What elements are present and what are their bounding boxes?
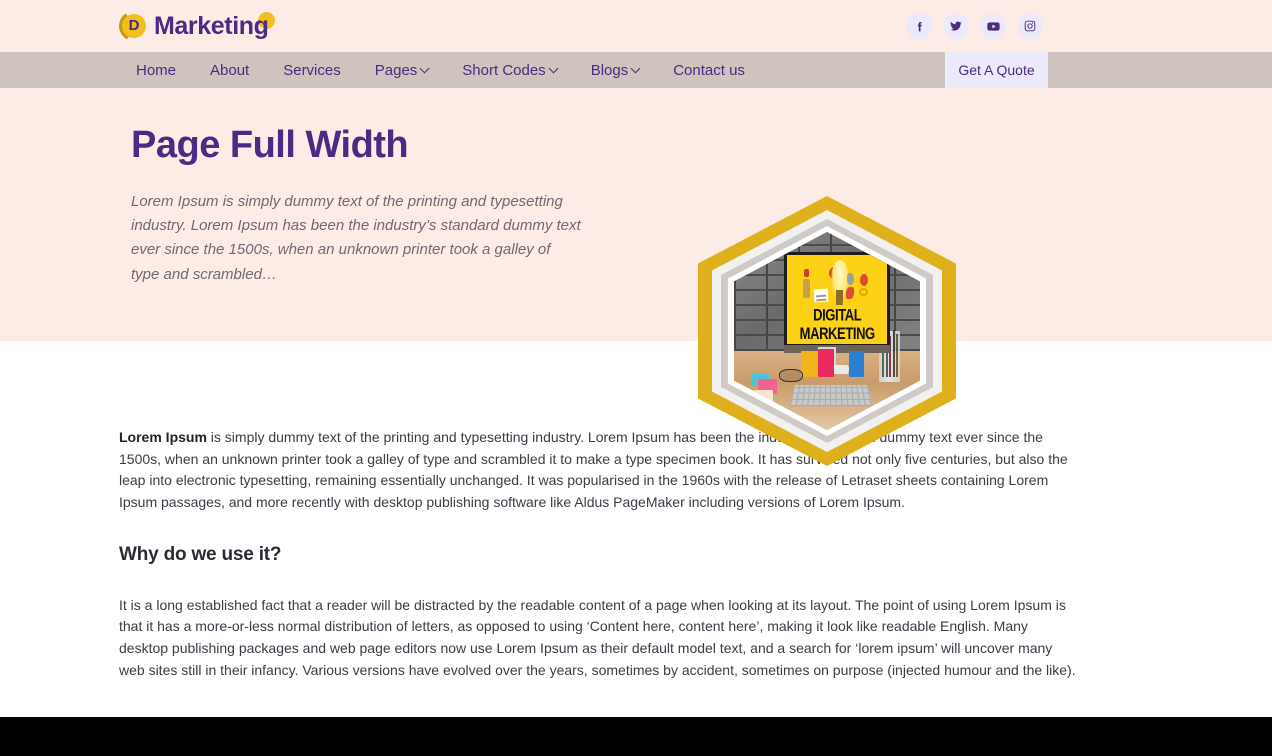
nav-item-home[interactable]: Home <box>119 52 193 88</box>
site-logo[interactable]: D Marketing <box>117 9 276 43</box>
nav-item-label: Pages <box>374 61 418 79</box>
facebook-icon[interactable] <box>906 13 932 39</box>
logo-wordmark: Marketing <box>154 11 276 41</box>
chevron-down-icon <box>548 63 559 73</box>
photo-lightbulb-base <box>835 290 843 305</box>
page-title: Page Full Width <box>131 124 409 166</box>
hero-section: Page Full Width Lorem Ipsum is simply du… <box>0 88 1272 466</box>
get-a-quote-label: Get A Quote <box>958 62 1035 78</box>
logo-disc-icon: D <box>122 14 146 38</box>
get-a-quote-button[interactable]: Get A Quote <box>945 52 1048 88</box>
photo-card <box>800 350 818 377</box>
nav-item-list: Home About Services Pages Short Codes Bl… <box>0 52 762 88</box>
main-navigation: Home About Services Pages Short Codes Bl… <box>0 52 1272 88</box>
photo-monitor: DIGITAL MARKETING <box>784 251 891 347</box>
photo-card <box>849 350 865 377</box>
instagram-icon[interactable] <box>1017 13 1043 39</box>
photo-doodle <box>846 286 855 300</box>
chevron-down-icon <box>630 63 641 73</box>
social-links <box>906 13 1043 39</box>
nav-item-label: Services <box>283 61 341 79</box>
chevron-down-icon <box>419 63 430 73</box>
section-heading: Why do we use it? <box>119 543 282 565</box>
logo-wordmark-text: Marketing <box>154 11 269 40</box>
nav-item-blogs[interactable]: Blogs <box>574 52 657 88</box>
nav-item-contact-us[interactable]: Contact us <box>656 52 762 88</box>
photo-monitor-screen: DIGITAL MARKETING <box>787 254 888 344</box>
photo-doodle <box>847 272 855 286</box>
top-bar: D Marketing <box>0 0 1272 52</box>
nav-item-label: Blogs <box>590 61 629 79</box>
photo-doodle <box>803 278 811 299</box>
section-paragraph: It is a long established fact that a rea… <box>119 596 1076 678</box>
nav-item-label: Home <box>136 61 177 79</box>
photo-keyboard <box>789 385 873 407</box>
photo-card <box>817 348 835 377</box>
photo-doodle <box>804 269 810 278</box>
nav-item-short-codes[interactable]: Short Codes <box>445 52 573 88</box>
nav-item-services[interactable]: Services <box>266 52 358 88</box>
logo-mark-icon: D <box>117 9 151 43</box>
photo-doodle <box>859 287 869 296</box>
nav-item-label: Short Codes <box>462 61 546 79</box>
main-content: Lorem Ipsum is simply dummy text of the … <box>0 427 1272 682</box>
hero-hexagon-badge: DIGITAL MARKETING <box>698 196 956 466</box>
hero-subtitle: Lorem Ipsum is simply dummy text of the … <box>131 192 581 283</box>
hero-text-block: Page Full Width Lorem Ipsum is simply du… <box>0 88 600 287</box>
footer-bar <box>0 717 1272 756</box>
nav-item-pages[interactable]: Pages <box>358 52 446 88</box>
nav-item-about[interactable]: About <box>193 52 266 88</box>
photo-screen-caption: DIGITAL MARKETING <box>799 304 876 343</box>
intro-paragraph-lead: Lorem Ipsum <box>119 429 207 445</box>
nav-item-label: About <box>210 61 250 79</box>
twitter-icon[interactable] <box>943 13 969 39</box>
logo-letter: D <box>128 17 140 34</box>
photo-doodle <box>860 274 869 286</box>
nav-item-label: Contact us <box>673 61 745 79</box>
photo-glasses-icon <box>778 368 803 383</box>
photo-paper <box>813 288 829 303</box>
youtube-icon[interactable] <box>980 13 1006 39</box>
